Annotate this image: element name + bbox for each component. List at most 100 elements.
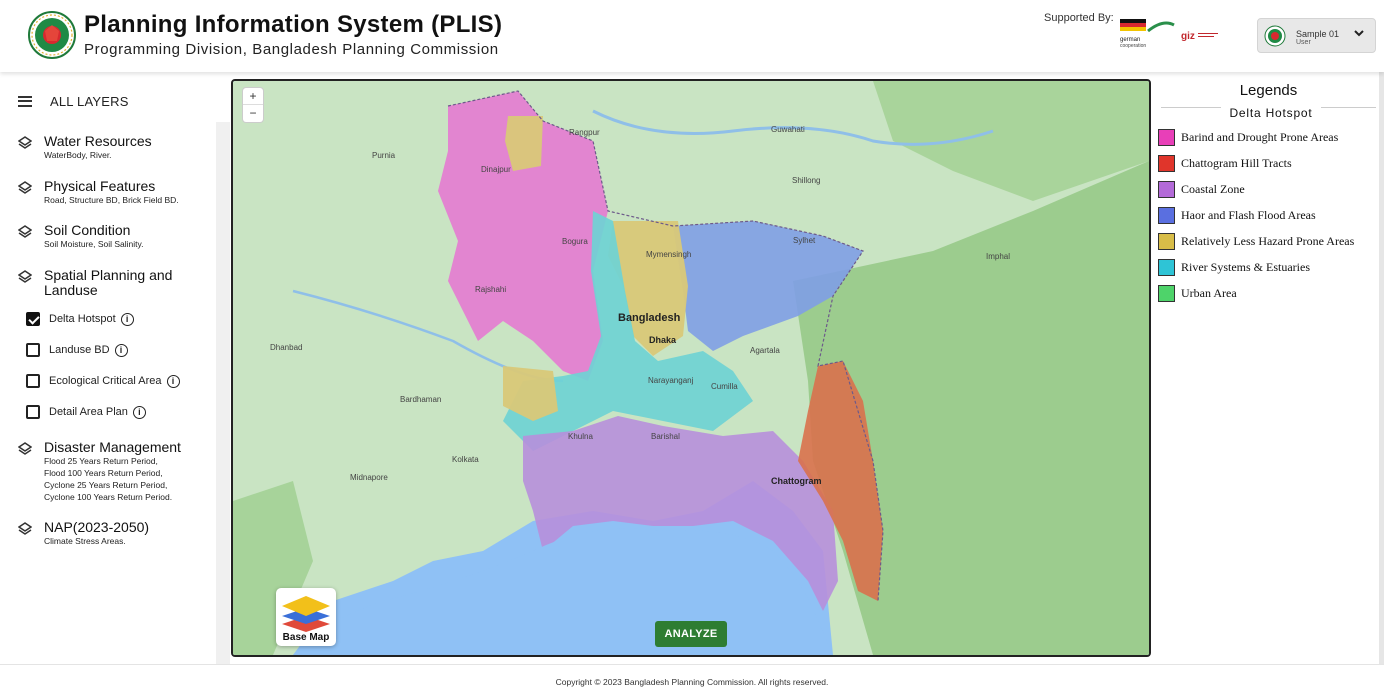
group-title: Physical Features <box>44 178 156 194</box>
layer-ecological-critical-area[interactable]: Ecological Critical Area i <box>26 373 180 389</box>
map-label-rajshahi: Rajshahi <box>475 285 507 294</box>
legend-item: Urban Area <box>1158 284 1237 302</box>
basemap-button[interactable]: Base Map <box>276 588 336 646</box>
info-icon[interactable]: i <box>120 312 134 326</box>
legend-label: Relatively Less Hazard Prone Areas <box>1181 233 1355 248</box>
map-label-barishal: Barishal <box>651 432 680 441</box>
map-label-guwahati: Guwahati <box>771 125 805 134</box>
map-label-imphal: Imphal <box>986 252 1011 261</box>
delta-hotspot-checkbox[interactable] <box>26 312 40 326</box>
legend-swatch <box>1158 128 1175 146</box>
map-label-agartala: Agartala <box>750 346 780 355</box>
group-description: WaterBody, River. <box>44 150 112 160</box>
map-canvas[interactable] <box>233 81 1149 655</box>
legend-swatch <box>1158 232 1175 250</box>
chevron-down-icon[interactable] <box>1352 26 1366 40</box>
legend-label: River Systems & Estuaries <box>1181 259 1310 274</box>
legend-item: River Systems & Estuaries <box>1158 258 1310 276</box>
layers-icon <box>18 225 32 238</box>
legend-swatch <box>1158 206 1175 224</box>
map-view[interactable] <box>231 79 1151 657</box>
supported-by-label: Supported By: <box>1044 12 1114 24</box>
landuse-bd-checkbox[interactable] <box>26 343 40 357</box>
legend-swatch <box>1158 258 1175 276</box>
group-description: Soil Moisture, Soil Salinity. <box>44 239 144 249</box>
map-label-dhanbad: Dhanbad <box>270 343 303 352</box>
legend-item: Coastal Zone <box>1158 180 1245 198</box>
legend-item: Chattogram Hill Tracts <box>1158 154 1292 172</box>
group-title: Disaster Management <box>44 439 181 455</box>
group-description: Climate Stress Areas. <box>44 536 126 546</box>
map-label-midnapore: Midnapore <box>350 473 388 482</box>
map-label-shillong: Shillong <box>792 176 821 185</box>
german-cooperation-logo: german cooperation <box>1120 19 1175 49</box>
page-scrollbar[interactable] <box>1379 72 1384 664</box>
layers-icon <box>18 442 32 455</box>
group-description-line: Cyclone 100 Years Return Period. <box>44 492 173 502</box>
map-label-bogura: Bogura <box>562 237 588 246</box>
group-title: NAP(2023-2050) <box>44 519 150 535</box>
map-label-narayanganj: Narayanganj <box>648 376 694 385</box>
legend-item: Relatively Less Hazard Prone Areas <box>1158 232 1354 250</box>
layer-delta-hotspot[interactable]: Delta Hotspot i <box>26 311 134 327</box>
menu-icon[interactable] <box>18 95 32 107</box>
legend-label: Coastal Zone <box>1181 181 1245 196</box>
all-layers-header[interactable]: ALL LAYERS <box>18 92 129 110</box>
stacked-layers-icon <box>282 596 330 632</box>
group-title: Soil Condition <box>44 222 131 238</box>
giz-logo: giz <box>1181 31 1218 42</box>
group-description-line: Flood 100 Years Return Period, <box>44 468 163 478</box>
legend-label: Barind and Drought Prone Areas <box>1181 129 1339 144</box>
detail-area-plan-checkbox[interactable] <box>26 405 40 419</box>
zoom-out-button[interactable]: − <box>243 105 263 122</box>
zoom-in-button[interactable]: + <box>243 88 263 105</box>
map-label-country: Bangladesh <box>618 312 681 324</box>
map-label-rangpur: Rangpur <box>569 128 600 137</box>
legend-label: Chattogram Hill Tracts <box>1181 155 1292 170</box>
svg-text:cooperation: cooperation <box>1120 43 1146 49</box>
layers-icon <box>18 136 32 149</box>
layer-landuse-bd[interactable]: Landuse BD i <box>26 342 128 358</box>
legend-panel: Legends Delta Hotspot Barind and Drought… <box>1153 79 1384 664</box>
legend-section: Delta Hotspot <box>1161 106 1376 121</box>
legend-label: Urban Area <box>1181 285 1237 300</box>
legend-swatch <box>1158 284 1175 302</box>
layers-icon <box>18 270 32 283</box>
map-label-purnia: Purnia <box>372 151 396 160</box>
footer: Copyright © 2023 Bangladesh Planning Com… <box>0 664 1384 695</box>
legend-item: Haor and Flash Flood Areas <box>1158 206 1316 224</box>
group-description: Road, Structure BD, Brick Field BD. <box>44 195 179 205</box>
map-label-sylhet: Sylhet <box>793 236 816 245</box>
user-role: User <box>1296 39 1311 46</box>
layers-icon <box>18 181 32 194</box>
legend-label: Haor and Flash Flood Areas <box>1181 207 1316 222</box>
user-name: Sample 01 <box>1296 29 1340 39</box>
government-seal-icon <box>28 11 76 59</box>
sidebar-scrollbar[interactable] <box>216 122 230 664</box>
all-layers-label: ALL LAYERS <box>50 93 129 109</box>
info-icon[interactable]: i <box>132 405 146 419</box>
layers-icon <box>18 522 32 535</box>
map-label-bardhaman: Bardhaman <box>400 395 442 404</box>
map-label-mymensingh: Mymensingh <box>646 250 692 259</box>
layers-sidebar: ALL LAYERS Water Resources WaterBody, Ri… <box>0 72 230 664</box>
layer-label: Ecological Critical Area <box>49 375 162 387</box>
zoom-control: + − <box>243 88 263 122</box>
layer-label: Delta Hotspot <box>49 313 116 325</box>
map-label-kolkata: Kolkata <box>452 455 479 464</box>
user-menu[interactable]: Sample 01 User <box>1257 18 1376 53</box>
layer-label: Landuse BD <box>49 344 110 356</box>
map-label-chattogram: Chattogram <box>771 476 822 486</box>
analyze-button[interactable]: ANALYZE <box>655 621 727 647</box>
ecological-critical-area-checkbox[interactable] <box>26 374 40 388</box>
app-title: Planning Information System (PLIS) <box>84 11 503 38</box>
legend-item: Barind and Drought Prone Areas <box>1158 128 1338 146</box>
copyright-text: Copyright © 2023 Bangladesh Planning Com… <box>555 677 829 687</box>
group-description-line: Flood 25 Years Return Period, <box>44 456 158 466</box>
info-icon[interactable]: i <box>166 374 180 388</box>
map-label-cumilla: Cumilla <box>711 382 738 391</box>
info-icon[interactable]: i <box>114 343 128 357</box>
layer-detail-area-plan[interactable]: Detail Area Plan i <box>26 404 146 420</box>
group-title: Water Resources <box>44 133 152 149</box>
map-label-khulna: Khulna <box>568 432 593 441</box>
